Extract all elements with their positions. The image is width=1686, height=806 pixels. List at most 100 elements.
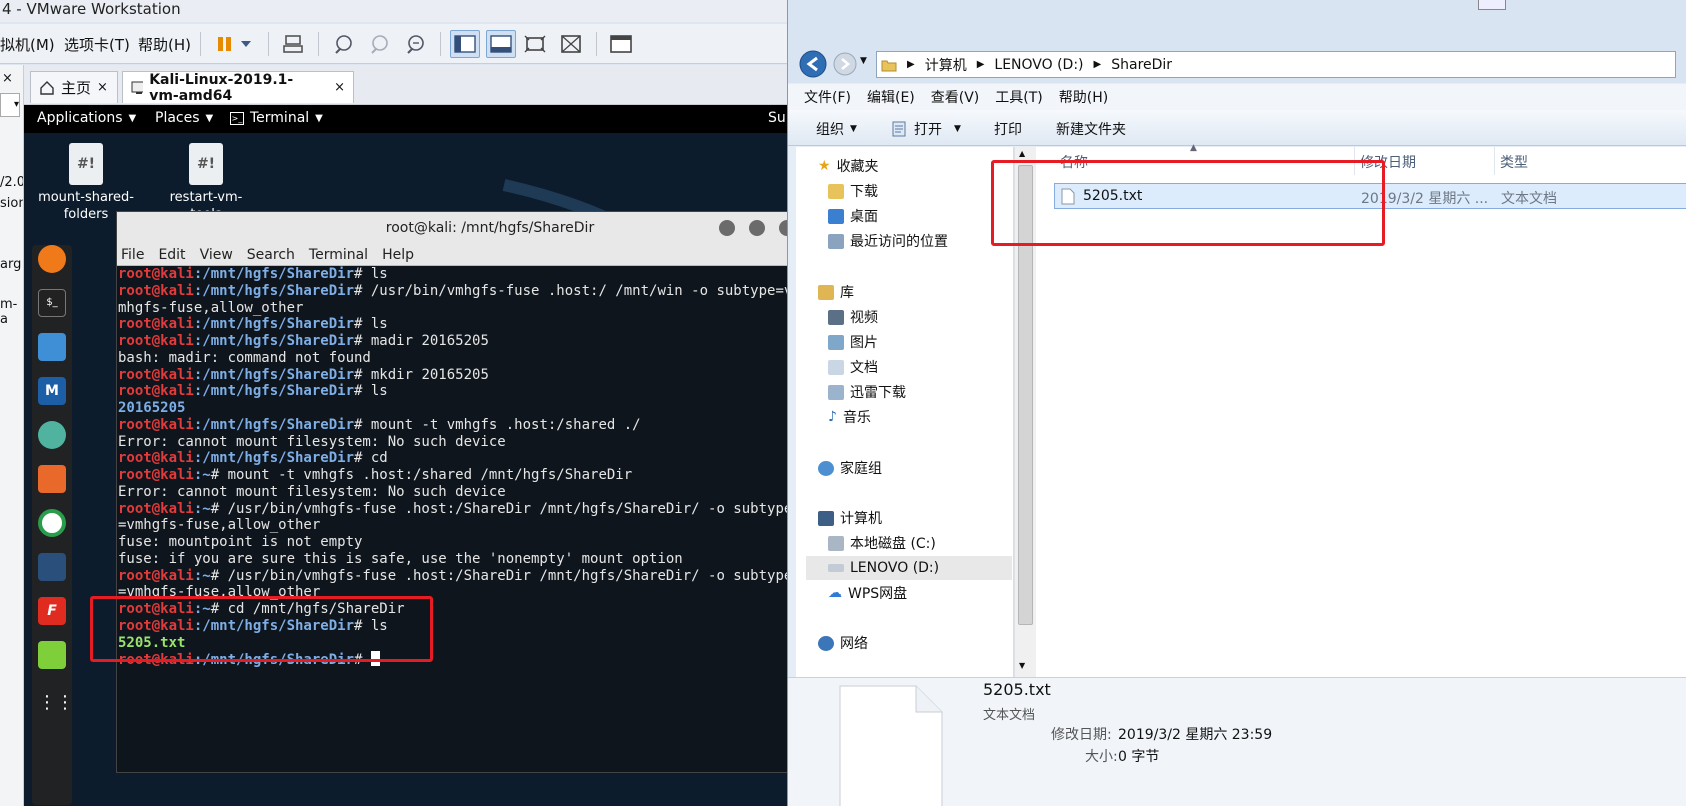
menu-help[interactable]: 帮助(H): [138, 34, 191, 55]
vmware-tabbar: 主页 × Kali-Linux-2019.1-vm-amd64 ×: [24, 65, 864, 105]
armitage-icon[interactable]: [38, 421, 66, 449]
address-bar[interactable]: ▶ 计算机 ▶ LENOVO (D:) ▶ ShareDir: [876, 51, 1676, 78]
open-button[interactable]: 打开 ▼: [890, 119, 961, 139]
snapshot-manager-icon[interactable]: [400, 30, 430, 58]
nav-thunder[interactable]: 迅雷下载: [828, 382, 906, 402]
terminal-menu-search[interactable]: Search: [247, 244, 295, 265]
breadcrumb-separator-icon: ▶: [976, 59, 985, 70]
nav-desktop[interactable]: 桌面: [828, 206, 878, 226]
prompt-user: root@kali: [118, 567, 194, 584]
places-menu[interactable]: Places ▼: [155, 110, 213, 126]
nav-computer[interactable]: 计算机: [818, 508, 882, 528]
library-text: /2.0: [0, 175, 24, 190]
star-icon: ★: [818, 158, 831, 174]
history-dropdown-icon[interactable]: ▼: [860, 56, 867, 66]
terminal-titlebar[interactable]: root@kali: /mnt/hgfs/ShareDir: [117, 212, 863, 244]
nav-documents[interactable]: 文档: [828, 357, 878, 377]
scroll-down-icon[interactable]: ▼: [1019, 661, 1025, 670]
terminal-menu-view[interactable]: View: [200, 244, 233, 265]
terminal-icon[interactable]: $_: [38, 289, 66, 317]
tab-kali-vm[interactable]: Kali-Linux-2019.1-vm-amd64 ×: [122, 71, 354, 104]
maltego-icon[interactable]: [38, 509, 66, 537]
back-icon[interactable]: [798, 49, 828, 79]
forward-icon[interactable]: [832, 51, 858, 77]
nav-network[interactable]: 网络: [818, 633, 868, 653]
pause-dropdown-icon[interactable]: [236, 30, 256, 58]
menu-edit[interactable]: 编辑(E): [867, 87, 915, 107]
show-library-icon[interactable]: [450, 30, 480, 58]
pictures-icon: [828, 334, 844, 350]
metasploit-icon[interactable]: M: [38, 377, 66, 405]
nav-favorites[interactable]: ★ 收藏夹: [818, 156, 879, 176]
nav-videos[interactable]: 视频: [828, 307, 878, 327]
prompt-user: root@kali: [118, 316, 194, 333]
close-icon[interactable]: ×: [97, 80, 108, 95]
new-folder-button[interactable]: 新建文件夹: [1056, 119, 1126, 139]
breadcrumb-drive[interactable]: LENOVO (D:): [994, 57, 1083, 73]
console-view-icon[interactable]: [606, 30, 636, 58]
nav-recent[interactable]: 最近访问的位置: [828, 231, 948, 251]
nav-music[interactable]: ♪ 音乐: [828, 407, 871, 427]
prompt-user: root@kali: [118, 282, 194, 299]
unity-icon[interactable]: [556, 30, 586, 58]
breadcrumb-folder[interactable]: ShareDir: [1111, 57, 1172, 73]
menu-vm[interactable]: 拟机(M): [0, 34, 55, 55]
menu-tabs[interactable]: 选项卡(T): [64, 34, 130, 55]
menu-tools[interactable]: 工具(T): [995, 87, 1042, 107]
clock-label[interactable]: Su: [768, 110, 786, 126]
minimize-icon[interactable]: [719, 220, 735, 236]
firefox-icon[interactable]: [38, 245, 66, 273]
terminal-line: root@kali:~# mount -t vmhgfs .host:/shar…: [118, 467, 863, 484]
tab-home[interactable]: 主页 ×: [30, 71, 118, 103]
nav-libraries[interactable]: 库: [818, 282, 854, 302]
terminal-menu-edit[interactable]: Edit: [158, 244, 185, 265]
terminal-output[interactable]: root@kali:/mnt/hgfs/ShareDir# ls root@kal…: [117, 266, 863, 772]
prompt-path: :/mnt/hgfs/ShareDir: [193, 333, 355, 349]
nav-lenovo-drive[interactable]: LENOVO (D:): [806, 556, 1012, 580]
vm-icon: [131, 81, 144, 94]
terminal-menu-terminal[interactable]: Terminal: [309, 244, 368, 265]
details-modified-label: 修改日期:: [1051, 727, 1112, 743]
send-ctrl-alt-del-icon[interactable]: [278, 30, 308, 58]
breadcrumb-separator-icon: ▶: [1093, 59, 1102, 70]
organize-button[interactable]: 组织 ▼: [816, 119, 857, 139]
terminal-menu-file[interactable]: File: [121, 244, 144, 265]
close-icon[interactable]: ×: [334, 80, 345, 95]
revert-snapshot-icon[interactable]: [364, 30, 394, 58]
beef-icon[interactable]: [38, 553, 66, 581]
full-screen-icon[interactable]: [520, 30, 550, 58]
snapshot-icon[interactable]: [328, 30, 358, 58]
thumbnail-bar-icon[interactable]: [486, 30, 516, 58]
kali-desktop[interactable]: Applications ▼ Places ▼ >_ Terminal ▼ Su #!…: [24, 105, 864, 806]
places-label: Places: [155, 110, 200, 126]
library-search-dropdown[interactable]: ▾: [0, 93, 20, 117]
file-type: 文本文档: [1501, 191, 1557, 207]
nav-homegroup[interactable]: 家庭组: [818, 458, 882, 478]
nav-local-disk[interactable]: 本地磁盘 (C:): [828, 533, 936, 553]
menu-view[interactable]: 查看(V): [931, 87, 980, 107]
scroll-up-icon[interactable]: ▲: [1019, 149, 1025, 158]
terminal-app-menu[interactable]: >_ Terminal ▼: [230, 110, 323, 126]
terminal-line: =vmhgfs-fuse,allow_other: [118, 517, 863, 534]
leafpad-icon[interactable]: [38, 641, 66, 669]
chevron-down-icon: ▼: [954, 124, 961, 134]
faraday-icon[interactable]: F: [38, 597, 66, 625]
menu-help[interactable]: 帮助(H): [1059, 87, 1108, 107]
column-type[interactable]: 类型: [1500, 152, 1528, 172]
breadcrumb-computer[interactable]: 计算机: [925, 55, 967, 75]
maximize-icon[interactable]: [749, 220, 765, 236]
terminal-window[interactable]: root@kali: /mnt/hgfs/ShareDir File Edit …: [116, 211, 864, 773]
menu-file[interactable]: 文件(F): [804, 87, 851, 107]
nav-pictures[interactable]: 图片: [828, 332, 878, 352]
nav-downloads[interactable]: 下载: [828, 181, 878, 201]
close-icon[interactable]: ×: [2, 71, 22, 86]
nav-wps[interactable]: ☁ WPS网盘: [828, 583, 907, 603]
files-icon[interactable]: [38, 333, 66, 361]
print-button[interactable]: 打印: [994, 119, 1022, 139]
burpsuite-icon[interactable]: [38, 465, 66, 493]
maximize-icon[interactable]: [1478, 0, 1506, 10]
show-apps-icon[interactable]: ⋮⋮: [38, 689, 74, 717]
applications-menu[interactable]: Applications ▼: [37, 110, 136, 126]
terminal-line: fuse: mountpoint is not empty: [118, 534, 863, 551]
terminal-menu-help[interactable]: Help: [382, 244, 414, 265]
